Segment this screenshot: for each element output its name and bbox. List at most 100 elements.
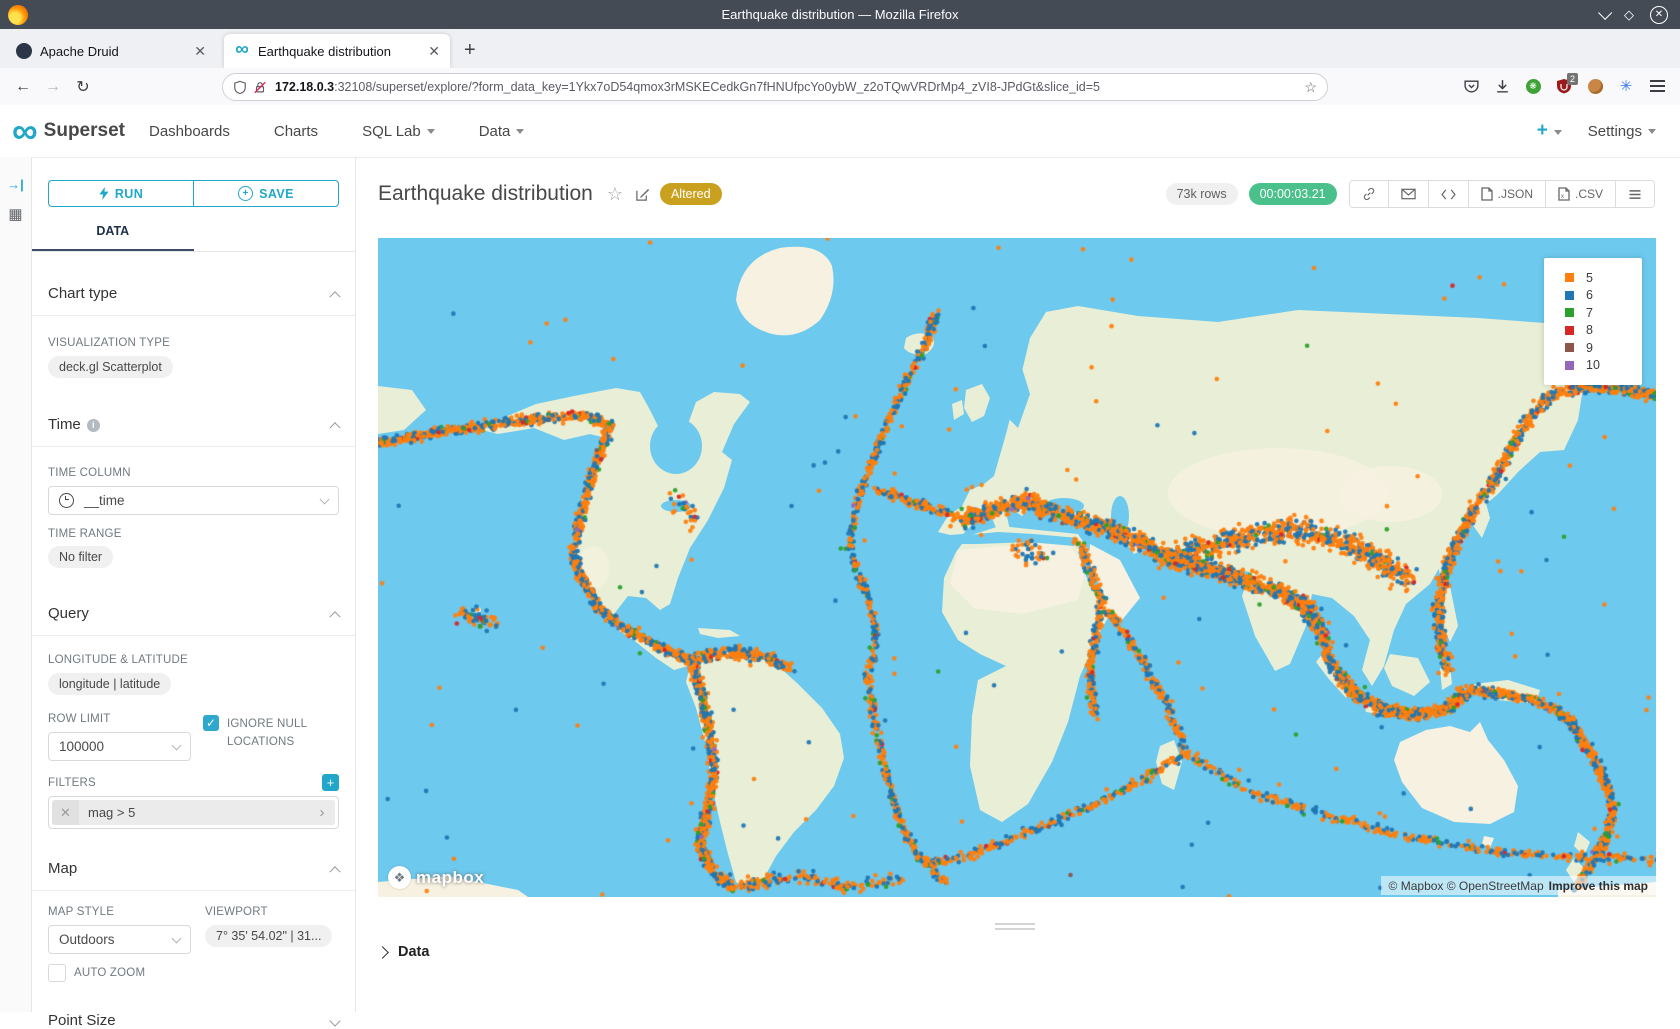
legend-item[interactable]: 6 [1565, 287, 1642, 305]
ublock-origin-extension-icon[interactable]: 2 [1555, 77, 1573, 95]
improve-map-link[interactable]: Improve this map [1549, 879, 1648, 893]
tab-title: Apache Druid [40, 44, 188, 59]
reload-button[interactable]: ↻ [68, 77, 98, 97]
info-icon: i [87, 419, 100, 432]
checkbox-checked-icon[interactable]: ✓ [203, 715, 219, 731]
legend-label: 5 [1586, 271, 1593, 285]
checkbox-unchecked-icon[interactable] [48, 964, 66, 982]
legend-item[interactable]: 7 [1565, 304, 1642, 322]
legend-label: 6 [1586, 288, 1593, 302]
email-button[interactable] [1388, 181, 1428, 207]
edit-properties-icon[interactable] [635, 187, 650, 202]
embed-code-button[interactable] [1428, 181, 1468, 207]
tab-close-icon[interactable]: ✕ [428, 43, 440, 60]
remove-filter-icon[interactable]: ✕ [52, 800, 79, 825]
chevron-up-icon [329, 291, 340, 302]
visualization-type-value[interactable]: deck.gl Scatterplot [48, 356, 173, 378]
chevron-down-icon [516, 129, 524, 134]
menu-icon[interactable] [1648, 77, 1666, 95]
settings-menu[interactable]: Settings [1588, 123, 1656, 140]
new-item-button[interactable]: + [1537, 120, 1562, 142]
expand-panel-icon[interactable]: →| [7, 177, 24, 192]
legend-item[interactable]: 8 [1565, 322, 1642, 340]
add-filter-button[interactable]: + [322, 774, 339, 791]
viewport-value[interactable]: 7° 35' 54.02" | 31... [205, 925, 332, 947]
nav-data[interactable]: Data [479, 123, 525, 140]
magnitude-legend: 5 6 78 910 [1544, 258, 1642, 385]
legend-swatch [1565, 343, 1574, 352]
auto-zoom-checkbox[interactable]: AUTO ZOOM [48, 964, 191, 982]
file-icon [1481, 187, 1493, 201]
lonlat-label: LONGITUDE & LATITUDE [48, 654, 339, 666]
permissions-shield-icon[interactable] [233, 80, 247, 95]
dataset-table-icon[interactable]: ▦ [8, 205, 22, 223]
legend-swatch [1565, 326, 1574, 335]
legend-item[interactable]: 9 [1565, 339, 1642, 357]
filters-label: FILTERS [48, 777, 96, 789]
time-range-label: TIME RANGE [48, 528, 339, 540]
pocket-shield-icon[interactable] [1462, 77, 1480, 95]
legend-swatch [1565, 308, 1574, 317]
bolt-icon [99, 187, 109, 200]
chart-title: Earthquake distribution [378, 182, 593, 206]
section-point-size[interactable]: Point Size [48, 1012, 339, 1029]
legend-swatch [1565, 291, 1574, 300]
cookie-extension-icon[interactable] [1586, 77, 1604, 95]
mapbox-icon: ❖ [388, 866, 411, 889]
browser-tab-earthquake-distribution[interactable]: ∞ Earthquake distribution ✕ [224, 34, 450, 68]
legend-item[interactable]: 10 [1565, 357, 1642, 375]
filter-value[interactable]: mag > 5 [79, 805, 309, 820]
url-bar[interactable]: 172.18.0.3 :32108/superset/explore/?form… [222, 73, 1328, 101]
panel-resize-handle[interactable] [995, 923, 1035, 930]
export-json-button[interactable]: .JSON [1468, 181, 1545, 207]
superset-logo[interactable]: ∞ Superset [12, 116, 125, 146]
svg-text:x: x [1561, 194, 1564, 200]
data-section-toggle[interactable]: Data [378, 944, 1680, 960]
deckgl-scatter-map[interactable]: 5678910 ❖ mapbox © Mapbox © OpenStreetMa… [378, 238, 1656, 897]
superset-navbar: ∞ Superset Dashboards Charts SQL Lab Dat… [0, 105, 1680, 158]
nav-charts[interactable]: Charts [274, 123, 318, 140]
tab-data[interactable]: DATA [32, 214, 194, 251]
ublock-badge: 2 [1567, 73, 1578, 85]
legend-label: 8 [1586, 323, 1593, 337]
save-button[interactable]: + SAVE [193, 180, 339, 207]
section-map[interactable]: Map [48, 860, 339, 877]
section-query[interactable]: Query [48, 605, 339, 622]
export-csv-button[interactable]: x .CSV [1545, 181, 1615, 207]
privacy-badger-extension-icon[interactable]: ❋ [1524, 77, 1542, 95]
legend-item[interactable]: 5 [1565, 269, 1642, 287]
forward-button[interactable]: → [38, 78, 68, 96]
browser-tab-apache-druid[interactable]: Apache Druid ✕ [6, 34, 216, 68]
chevron-right-icon[interactable]: › [309, 804, 335, 821]
ignore-null-checkbox[interactable]: ✓ IGNORE NULL LOCATIONS [203, 715, 339, 751]
time-column-select[interactable]: __time [48, 486, 339, 515]
extension-pinwheel-icon[interactable]: ✳ [1617, 77, 1635, 95]
lonlat-value[interactable]: longitude | latitude [48, 673, 171, 695]
row-limit-select[interactable]: 100000 [48, 732, 191, 761]
time-range-value[interactable]: No filter [48, 546, 113, 568]
query-timer-badge: 00:00:03.21 [1249, 183, 1337, 205]
circle-plus-icon: + [238, 186, 253, 201]
chart-menu-button[interactable] [1615, 181, 1654, 207]
filter-chip[interactable]: ✕ mag > 5 › [52, 800, 335, 825]
tab-close-icon[interactable]: ✕ [194, 43, 206, 60]
favorite-star-icon[interactable]: ☆ [607, 184, 623, 205]
downloads-icon[interactable] [1493, 77, 1511, 95]
nav-sql-lab[interactable]: SQL Lab [362, 123, 435, 140]
time-column-label: TIME COLUMN [48, 467, 339, 479]
mapbox-logo[interactable]: ❖ mapbox [388, 866, 484, 889]
url-host: 172.18.0.3 [275, 80, 334, 94]
back-button[interactable]: ← [8, 78, 38, 96]
file-icon: x [1558, 187, 1570, 201]
share-link-button[interactable] [1350, 181, 1388, 207]
insecure-lock-icon[interactable] [253, 80, 267, 95]
map-style-select[interactable]: Outdoors [48, 925, 191, 954]
nav-dashboards[interactable]: Dashboards [149, 123, 230, 140]
bookmark-star-icon[interactable]: ☆ [1304, 79, 1317, 96]
run-button[interactable]: RUN [48, 180, 193, 207]
chevron-up-icon [329, 866, 340, 877]
new-tab-button[interactable]: + [464, 39, 476, 62]
section-chart-type[interactable]: Chart type [48, 285, 339, 302]
section-time[interactable]: Timei [48, 416, 339, 433]
browser-tabbar: Apache Druid ✕ ∞ Earthquake distribution… [0, 29, 1680, 68]
